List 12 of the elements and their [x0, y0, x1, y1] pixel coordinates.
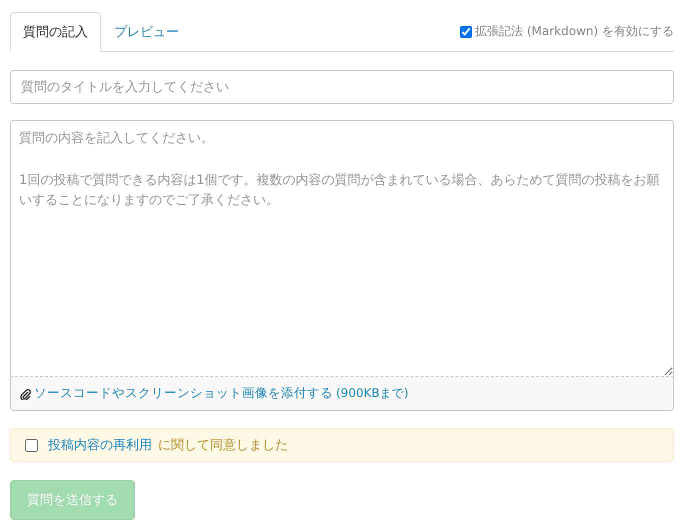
markdown-checkbox[interactable] [460, 26, 472, 38]
tab[interactable]: 質問の記入 [10, 12, 101, 52]
body-field[interactable]: 質問の内容を記入してください。 1回の投稿で質問できる内容は1個です。複数の内容の質問が含まれている場合、あらためて質問の投稿をお願いすることになりますのでご了承ください。 [10, 120, 674, 377]
size-limit-note: (900KBまで) [336, 385, 408, 402]
agreement-checkbox[interactable] [25, 438, 38, 452]
attach-link[interactable]: ソースコードやスクリーンショット画像を添付する [34, 385, 333, 402]
paperclip-icon [20, 388, 31, 400]
markdown-label: 拡張記法 (Markdown) を有効にする [475, 23, 674, 40]
reuse-link[interactable]: 投稿内容の再利用 [48, 436, 152, 454]
title-field[interactable]: 質問のタイトルを入力してください [10, 70, 674, 104]
agreement-text: に関して同意しました [158, 437, 288, 454]
tab[interactable]: プレビュー [101, 12, 192, 52]
